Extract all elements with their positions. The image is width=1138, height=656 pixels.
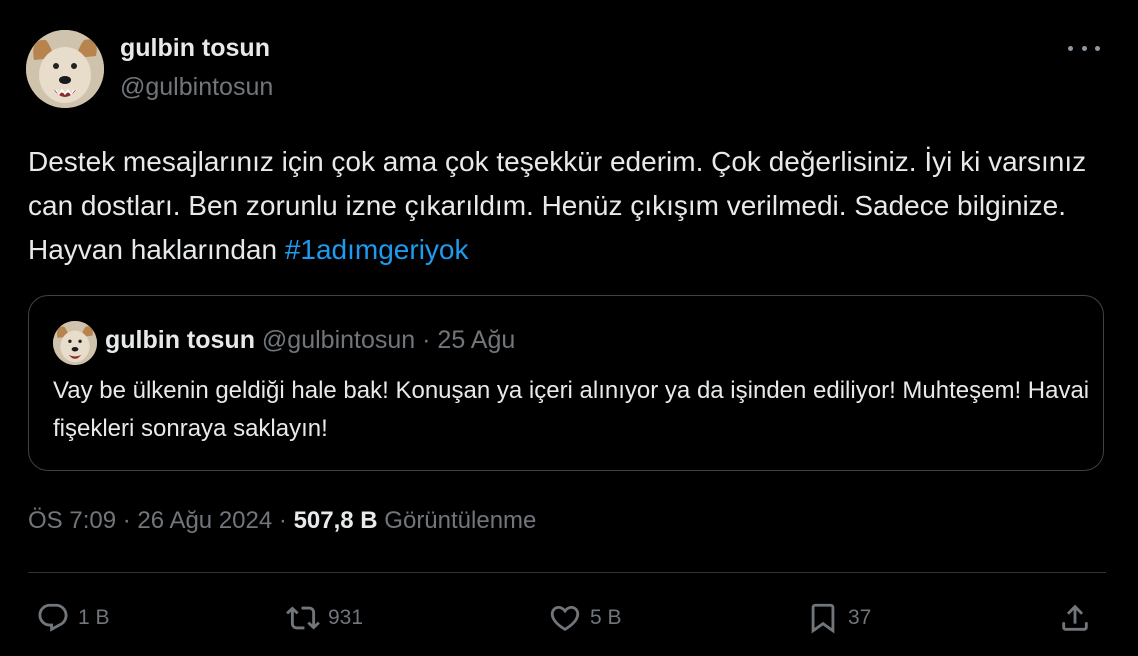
quoted-author-avatar [53,321,97,365]
tweet-body: Destek mesajlarınız için çok ama çok teş… [28,146,1087,265]
views-label: Görüntülenme [384,507,537,534]
quoted-header: gulbin tosun @gulbintosun · 25 Ağu [105,326,515,355]
quoted-text: Vay be ülkenin geldiği hale bak! Konuşan… [53,377,1090,442]
share-icon [1062,604,1088,631]
reply-button[interactable]: 1 B [36,596,110,640]
more-icon[interactable] [1068,36,1100,60]
like-count: 5 B [590,606,622,629]
more-dot [1081,45,1087,51]
author-name[interactable]: gulbin tosun [120,34,270,63]
retweet-icon [286,606,320,630]
meta-separator: · [278,507,287,534]
author-avatar[interactable] [26,30,104,108]
bookmark-count: 37 [848,606,872,629]
author-handle[interactable]: @gulbintosun [120,73,273,102]
reply-icon [38,603,68,632]
quoted-date: 25 Ağu [437,326,516,354]
tweet-meta: ÖS 7:09 · 26 Ağu 2024 · 507,8 B Görüntül… [28,507,536,535]
hashtag-link[interactable]: #1adımgeriyok [285,234,469,265]
tweet-time[interactable]: ÖS 7:09 [28,507,116,534]
action-bar: 1 B 931 5 B 37 [36,596,1096,640]
share-button[interactable] [1058,596,1092,640]
bookmark-button[interactable]: 37 [806,596,871,640]
divider [28,572,1106,573]
quoted-author-handle: @gulbintosun [261,326,416,354]
retweet-button[interactable]: 931 [286,596,363,640]
quoted-separator: · [422,326,431,354]
quoted-tweet[interactable]: gulbin tosun @gulbintosun · 25 Ağu Vay b… [28,295,1104,471]
tweet-text: Destek mesajlarınız için çok ama çok teş… [28,140,1108,272]
like-button[interactable]: 5 B [548,596,622,640]
quoted-author-name: gulbin tosun [105,326,255,354]
bookmark-icon [811,603,835,634]
more-dot [1095,45,1100,51]
reply-count: 1 B [78,606,110,629]
retweet-count: 931 [328,606,364,629]
views-count: 507,8 B [293,507,378,534]
more-dot [1068,45,1073,51]
tweet-date[interactable]: 26 Ağu 2024 [137,507,272,534]
like-icon [550,605,580,631]
meta-separator: · [122,507,131,534]
